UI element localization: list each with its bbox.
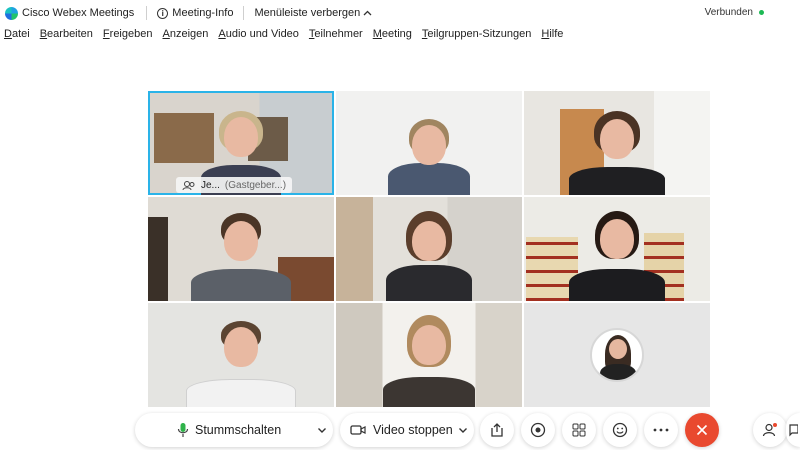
avatar-body — [600, 364, 636, 380]
connection-status: Verbunden — [705, 7, 764, 18]
video-camera-icon — [350, 425, 366, 435]
video-tile[interactable] — [524, 91, 710, 195]
record-button[interactable] — [521, 413, 555, 447]
title-bar: Cisco Webex Meetings i Meeting-Info Menü… — [0, 0, 800, 26]
participant-avatar — [590, 328, 644, 382]
stop-video-button[interactable]: Video stoppen — [340, 413, 474, 447]
participant-body — [569, 167, 665, 195]
info-icon: i — [157, 7, 169, 19]
participant-face — [412, 221, 446, 261]
menu-item-anzeigen[interactable]: Anzeigen — [162, 28, 208, 40]
share-icon — [491, 423, 503, 437]
apps-button[interactable] — [562, 413, 596, 447]
mute-label: Stummschalten — [195, 423, 282, 437]
chevron-up-icon — [363, 10, 372, 16]
menu-item-bearbeiten[interactable]: Bearbeiten — [40, 28, 93, 40]
leave-meeting-button[interactable] — [685, 413, 719, 447]
people-icon — [182, 180, 195, 190]
smiley-icon — [612, 422, 628, 438]
meeting-info-button[interactable]: i Meeting-Info — [157, 7, 233, 19]
video-grid: Je... (Gastgeber...) — [148, 91, 710, 407]
video-tile[interactable] — [148, 303, 334, 407]
share-button[interactable] — [480, 413, 514, 447]
chevron-down-icon[interactable] — [458, 427, 468, 434]
active-speaker-role: (Gastgeber...) — [224, 179, 287, 191]
participant-face — [224, 327, 258, 367]
chat-icon — [789, 424, 798, 437]
connected-dot-icon — [759, 10, 764, 15]
participant-face — [600, 119, 634, 159]
more-options-button[interactable] — [644, 413, 678, 447]
hide-menu-label: Menüleiste verbergen — [254, 7, 361, 19]
apps-icon — [572, 423, 586, 437]
connection-status-label: Verbunden — [704, 7, 753, 18]
chat-button[interactable] — [786, 413, 800, 447]
participant-face — [412, 125, 446, 165]
menu-item-audio-video[interactable]: Audio und Video — [218, 28, 299, 40]
participant-body — [186, 379, 296, 407]
reactions-button[interactable] — [603, 413, 637, 447]
participant-body — [386, 265, 472, 301]
active-speaker-name: Je... — [201, 179, 220, 191]
video-label: Video stoppen — [373, 423, 453, 437]
more-icon — [653, 428, 669, 432]
video-tile[interactable] — [336, 91, 522, 195]
video-tile[interactable] — [524, 197, 710, 301]
title-divider — [146, 6, 148, 20]
active-speaker-name-tag: Je... (Gastgeber...) — [176, 177, 293, 193]
participant-face — [224, 117, 258, 157]
avatar-face — [609, 339, 627, 359]
participant-body — [191, 269, 291, 301]
participant-body — [383, 377, 475, 407]
hide-menu-button[interactable]: Menüleiste verbergen — [254, 7, 372, 19]
video-tile-avatar[interactable] — [524, 303, 710, 407]
app-title: Cisco Webex Meetings — [22, 7, 135, 19]
participants-button[interactable] — [753, 413, 787, 447]
video-tile[interactable] — [336, 303, 522, 407]
cabinet — [148, 217, 168, 301]
menu-item-datei[interactable]: Datei — [4, 28, 30, 40]
close-icon — [696, 424, 708, 436]
participant-face — [224, 221, 258, 261]
menu-item-freigeben[interactable]: Freigeben — [103, 28, 153, 40]
participant-icon — [762, 423, 777, 437]
participant-body — [569, 269, 665, 301]
video-tile[interactable] — [148, 197, 334, 301]
video-tile-active-speaker[interactable]: Je... (Gastgeber...) — [148, 91, 334, 195]
microphone-icon — [177, 423, 189, 437]
shelf — [154, 113, 214, 163]
participant-face — [412, 325, 446, 365]
participant-face — [600, 219, 634, 259]
menu-bar: Datei Bearbeiten Freigeben Anzeigen Audi… — [4, 28, 573, 40]
meeting-controls: Stummschalten Video stoppen — [0, 413, 800, 450]
record-icon — [530, 422, 546, 438]
title-divider — [243, 6, 245, 20]
menu-item-teilnehmer[interactable]: Teilnehmer — [309, 28, 363, 40]
menu-item-meeting[interactable]: Meeting — [373, 28, 412, 40]
video-tile[interactable] — [336, 197, 522, 301]
participant-body — [388, 163, 470, 195]
chevron-down-icon[interactable] — [317, 427, 327, 434]
meeting-info-label: Meeting-Info — [172, 7, 234, 19]
menu-item-hilfe[interactable]: Hilfe — [541, 28, 563, 40]
webex-logo-icon — [5, 6, 18, 20]
mute-button[interactable]: Stummschalten — [135, 413, 333, 447]
menu-item-teilgruppen[interactable]: Teilgruppen-Sitzungen — [422, 28, 531, 40]
